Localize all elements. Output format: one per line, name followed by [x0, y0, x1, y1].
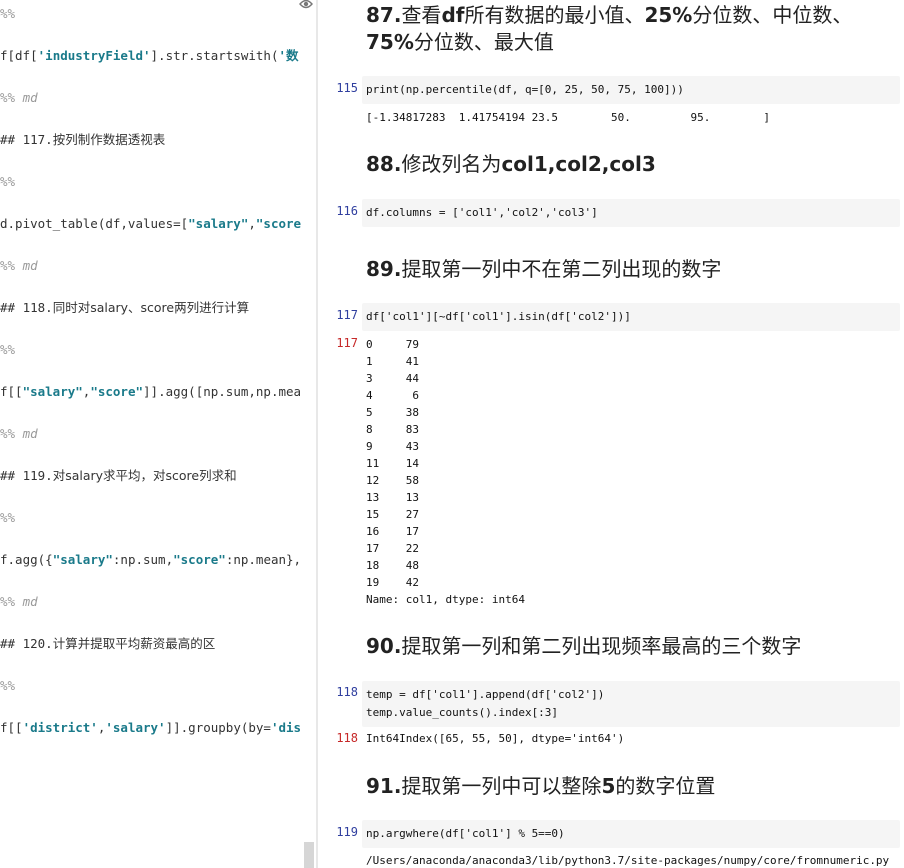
- code-line[interactable]: f[["salary","score"]].agg([np.sum,np.mea: [0, 382, 301, 402]
- md-cell-separator: %% md: [0, 426, 38, 441]
- editor-scrollbar[interactable]: [304, 842, 314, 868]
- code-cell-118[interactable]: temp = df['col1'].append(df['col2']) tem…: [362, 681, 900, 727]
- cell-output-117: 0 79 1 41 3 44 4 6 5 38 8 83 9 43 11 14 …: [366, 338, 525, 606]
- code-line[interactable]: f[['district','salary']].groupby(by='dis: [0, 718, 301, 738]
- code-cell-116[interactable]: df.columns = ['col1','col2','col3']: [362, 199, 900, 227]
- cell-in-prompt: 116: [336, 204, 358, 218]
- md-cell-separator: %% md: [0, 90, 38, 105]
- eye-icon[interactable]: [299, 0, 313, 10]
- markdown-heading-line[interactable]: ## 119.对salary求平均，对score列求和: [0, 466, 237, 486]
- section-heading-87: 87.查看df所有数据的最小值、25%分位数、中位数、75%分位数、最大值: [366, 3, 853, 54]
- cell-in-prompt: 118: [336, 685, 358, 699]
- cell-separator: %%: [0, 510, 16, 525]
- cell-out-prompt: 118: [336, 731, 358, 745]
- cell-output-118: Int64Index([65, 55, 50], dtype='int64'): [366, 732, 625, 745]
- cell-separator: %%: [0, 6, 16, 21]
- code-line[interactable]: d.pivot_table(df,values=["salary","score: [0, 214, 301, 234]
- code-cell-115[interactable]: print(np.percentile(df, q=[0, 25, 50, 75…: [362, 76, 900, 104]
- section-heading-91: 91.提取第一列中可以整除5的数字位置: [366, 774, 716, 798]
- section-heading-89: 89.提取第一列中不在第二列出现的数字: [366, 257, 722, 281]
- cell-in-prompt: 119: [336, 825, 358, 839]
- cell-in-prompt: 115: [336, 81, 358, 95]
- md-cell-separator: %% md: [0, 258, 38, 273]
- cell-output-119: /Users/anaconda/anaconda3/lib/python3.7/…: [366, 854, 890, 867]
- cell-separator: %%: [0, 174, 16, 189]
- markdown-heading-line[interactable]: ## 118.同时对salary、score两列进行计算: [0, 298, 249, 318]
- cell-separator: %%: [0, 678, 16, 693]
- code-cell-117[interactable]: df['col1'][~df['col1'].isin(df['col2'])]: [362, 303, 900, 331]
- markdown-heading-line[interactable]: ## 120.计算并提取平均薪资最高的区: [0, 634, 215, 654]
- code-line[interactable]: f[df['industryField'].str.startswith('数: [0, 46, 299, 66]
- notebook-preview: 87.查看df所有数据的最小值、25%分位数、中位数、75%分位数、最大值 11…: [318, 0, 904, 868]
- code-line[interactable]: f.agg({"salary":np.sum,"score":np.mean},: [0, 550, 301, 570]
- section-heading-88: 88.修改列名为col1,col2,col3: [366, 152, 656, 176]
- cell-output-115: [-1.34817283 1.41754194 23.5 50. 95. ]: [366, 111, 770, 124]
- cell-separator: %%: [0, 342, 16, 357]
- code-cell-119[interactable]: np.argwhere(df['col1'] % 5==0): [362, 820, 900, 848]
- cell-in-prompt: 117: [336, 308, 358, 322]
- section-heading-90: 90.提取第一列和第二列出现频率最高的三个数字: [366, 634, 802, 658]
- md-cell-separator: %% md: [0, 594, 38, 609]
- markdown-heading-line[interactable]: ## 117.按列制作数据透视表: [0, 130, 165, 150]
- cell-out-prompt: 117: [336, 336, 358, 350]
- source-editor[interactable]: %% f[df['industryField'].str.startswith(…: [0, 0, 316, 868]
